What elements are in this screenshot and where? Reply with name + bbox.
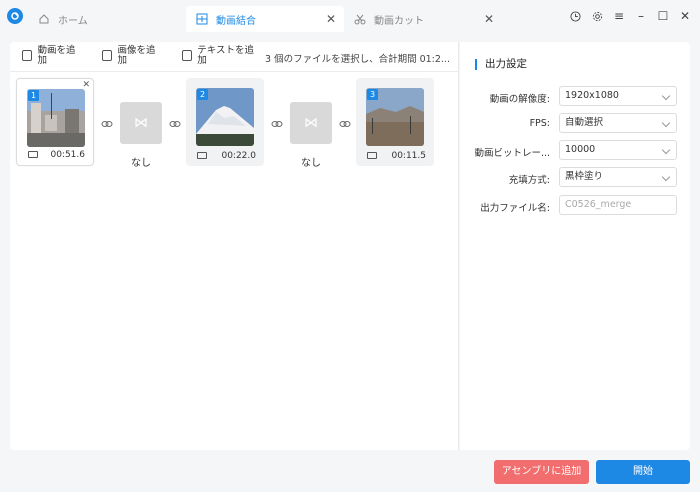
chevron-down-icon bbox=[661, 91, 671, 101]
add-image-label: 画像を追加 bbox=[117, 45, 156, 66]
add-video-label: 動画を追加 bbox=[37, 45, 76, 66]
tab-cut[interactable]: 動画カット ✕ bbox=[354, 6, 502, 32]
add-image-icon bbox=[102, 50, 113, 61]
add-to-assembly-button[interactable]: アセンブリに追加 bbox=[494, 460, 589, 484]
title-bar: ホーム 動画結合 ✕ 動画カット ✕ ≡ – ☐ ✕ bbox=[0, 0, 700, 34]
fps-select[interactable]: 自動選択 bbox=[559, 113, 677, 133]
add-video-icon bbox=[22, 50, 33, 61]
minimize-icon[interactable]: – bbox=[634, 9, 648, 23]
selection-status: 3 個のファイルを選択し、合計期間 01:2... bbox=[265, 54, 450, 65]
output-settings-title: 出力設定 bbox=[475, 59, 527, 70]
fps-label: FPS: bbox=[529, 118, 550, 129]
clip-index-badge: 2 bbox=[197, 89, 208, 100]
fill-mode-value: 黒枠塗り bbox=[565, 171, 604, 182]
chevron-down-icon bbox=[661, 118, 671, 128]
bitrate-value: 10000 bbox=[565, 144, 596, 155]
chevron-down-icon bbox=[661, 172, 671, 182]
chevron-down-icon bbox=[661, 145, 671, 155]
fill-mode-label: 充填方式: bbox=[508, 175, 550, 186]
clip-duration: 00:11.5 bbox=[391, 151, 426, 161]
menu-icon[interactable]: ≡ bbox=[612, 9, 626, 23]
link-icon bbox=[101, 121, 113, 127]
fps-value: 自動選択 bbox=[565, 117, 604, 128]
video-camera-icon bbox=[28, 151, 38, 158]
tab-home-label: ホーム bbox=[58, 15, 88, 27]
output-filename-input[interactable]: C0526_merge bbox=[559, 195, 677, 215]
tab-merge[interactable]: 動画結合 ✕ bbox=[186, 6, 344, 32]
link-icon bbox=[169, 121, 181, 127]
video-camera-icon bbox=[367, 152, 377, 159]
clip-index-badge: 1 bbox=[28, 90, 39, 101]
clip-card[interactable]: ✕ 1 00:51.6 bbox=[16, 78, 94, 166]
link-icon bbox=[339, 121, 351, 127]
fill-mode-select[interactable]: 黒枠塗り bbox=[559, 167, 677, 187]
add-text-button[interactable]: テキストを追加 bbox=[182, 46, 258, 66]
clock-icon[interactable] bbox=[568, 9, 582, 23]
editor-toolbar: 動画を追加 画像を追加 テキストを追加 3 個のファイルを選択し、合計期間 01… bbox=[10, 42, 459, 72]
maximize-icon[interactable]: ☐ bbox=[656, 9, 670, 23]
close-icon[interactable]: ✕ bbox=[484, 12, 494, 26]
add-video-button[interactable]: 動画を追加 bbox=[22, 46, 82, 66]
transition-label: なし bbox=[301, 158, 321, 169]
close-icon[interactable]: ✕ bbox=[326, 12, 336, 26]
transition-icon: ⋈ bbox=[304, 115, 318, 131]
bitrate-label: 動画ビットレー... bbox=[474, 148, 550, 159]
clip-editor-panel: 動画を追加 画像を追加 テキストを追加 3 個のファイルを選択し、合計期間 01… bbox=[10, 42, 459, 450]
window-controls: ≡ – ☐ ✕ bbox=[568, 9, 692, 23]
resolution-value: 1920x1080 bbox=[565, 90, 619, 101]
gear-icon[interactable] bbox=[590, 9, 604, 23]
link-icon bbox=[271, 121, 283, 127]
transition-icon: ⋈ bbox=[134, 115, 148, 131]
clip-card[interactable]: 3 00:11.5 bbox=[356, 78, 434, 166]
clip-duration: 00:51.6 bbox=[50, 150, 85, 160]
scissors-icon bbox=[354, 13, 366, 25]
window-close-icon[interactable]: ✕ bbox=[678, 9, 692, 23]
bitrate-select[interactable]: 10000 bbox=[559, 140, 677, 160]
app-logo-icon bbox=[7, 8, 23, 24]
resolution-select[interactable]: 1920x1080 bbox=[559, 86, 677, 106]
home-icon bbox=[38, 13, 50, 25]
transition-slot[interactable]: ⋈ bbox=[120, 102, 162, 144]
start-button[interactable]: 開始 bbox=[596, 460, 690, 484]
tab-home[interactable]: ホーム bbox=[38, 6, 178, 32]
tab-cut-label: 動画カット bbox=[374, 15, 424, 27]
video-camera-icon bbox=[197, 152, 207, 159]
merge-icon bbox=[196, 13, 208, 25]
output-filename-label: 出力ファイル名: bbox=[480, 203, 550, 214]
clip-card[interactable]: 2 00:22.0 bbox=[186, 78, 264, 166]
transition-label: なし bbox=[131, 158, 151, 169]
resolution-label: 動画の解像度: bbox=[489, 94, 550, 105]
add-image-button[interactable]: 画像を追加 bbox=[102, 46, 162, 66]
clip-duration: 00:22.0 bbox=[221, 151, 256, 161]
tab-merge-label: 動画結合 bbox=[216, 15, 256, 27]
clip-index-badge: 3 bbox=[367, 89, 378, 100]
add-text-icon bbox=[182, 50, 193, 61]
add-text-label: テキストを追加 bbox=[197, 45, 254, 66]
output-settings-panel: 出力設定 動画の解像度: 1920x1080 FPS: 自動選択 動画ビットレー… bbox=[460, 42, 690, 450]
transition-slot[interactable]: ⋈ bbox=[290, 102, 332, 144]
